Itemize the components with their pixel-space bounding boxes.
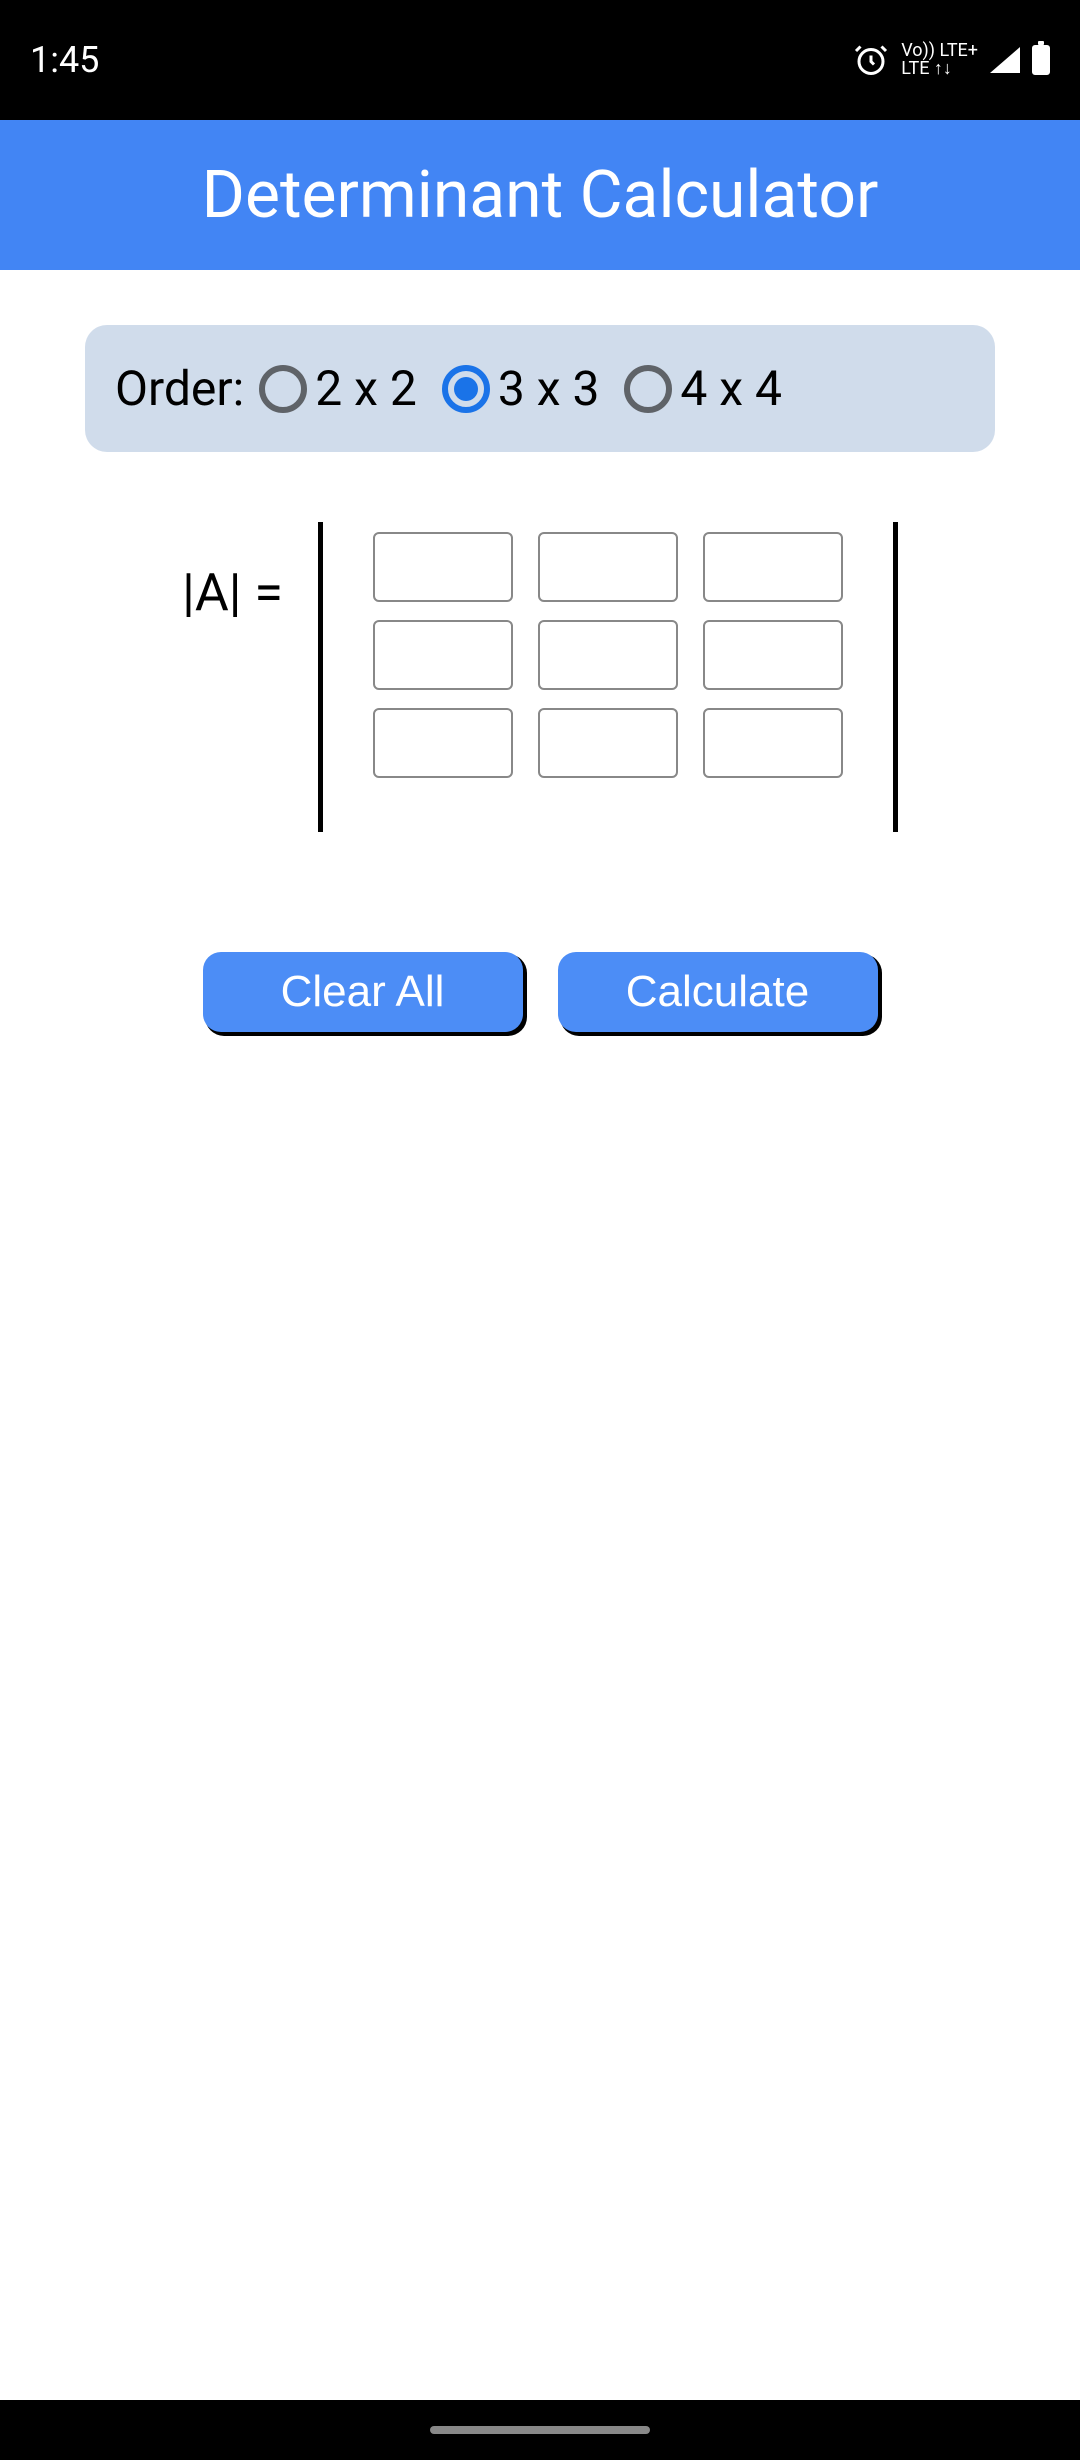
status-right: Vo)) LTE+ LTE ↑↓	[853, 42, 1050, 78]
matrix-cell-1-2[interactable]	[703, 620, 843, 690]
alarm-icon	[853, 42, 889, 78]
matrix-cell-1-1[interactable]	[538, 620, 678, 690]
clear-all-button[interactable]: Clear All	[203, 952, 523, 1032]
matrix-cell-0-2[interactable]	[703, 532, 843, 602]
nav-bar	[0, 2400, 1080, 2460]
radio-icon	[624, 365, 672, 413]
matrix-cell-0-1[interactable]	[538, 532, 678, 602]
signal-icon	[990, 47, 1020, 73]
radio-icon	[259, 365, 307, 413]
radio-label: 3 x 3	[498, 360, 600, 417]
radio-label: 4 x 4	[680, 360, 782, 417]
radio-icon-selected	[442, 365, 490, 413]
nav-handle-icon[interactable]	[430, 2426, 650, 2434]
radio-dot-icon	[454, 377, 478, 401]
order-radio-group: 2 x 2 3 x 3 4 x 4	[259, 360, 965, 417]
calculate-button[interactable]: Calculate	[558, 952, 878, 1032]
app-title: Determinant Calculator	[202, 157, 879, 234]
matrix-cell-2-0[interactable]	[373, 708, 513, 778]
radio-label: 2 x 2	[315, 360, 417, 417]
order-option-4x4[interactable]: 4 x 4	[624, 360, 782, 417]
status-time: 1:45	[30, 39, 99, 81]
matrix-cell-0-0[interactable]	[373, 532, 513, 602]
matrix-grid	[343, 522, 873, 788]
button-row: Clear All Calculate	[0, 952, 1080, 1032]
order-label: Order:	[115, 360, 244, 417]
network-label: Vo)) LTE+ LTE ↑↓	[901, 42, 978, 78]
matrix-label: |A| =	[182, 562, 283, 623]
matrix-cell-1-0[interactable]	[373, 620, 513, 690]
matrix-area: |A| =	[0, 522, 1080, 832]
status-bar: 1:45 Vo)) LTE+ LTE ↑↓	[0, 0, 1080, 120]
matrix-bracket-left	[318, 522, 323, 832]
matrix-bracket-right	[893, 522, 898, 832]
matrix-cell-2-1[interactable]	[538, 708, 678, 778]
matrix-cell-2-2[interactable]	[703, 708, 843, 778]
battery-icon	[1032, 45, 1050, 75]
app-bar: Determinant Calculator	[0, 120, 1080, 270]
order-option-2x2[interactable]: 2 x 2	[259, 360, 417, 417]
order-option-3x3[interactable]: 3 x 3	[442, 360, 600, 417]
order-panel: Order: 2 x 2 3 x 3 4 x 4	[85, 325, 995, 452]
